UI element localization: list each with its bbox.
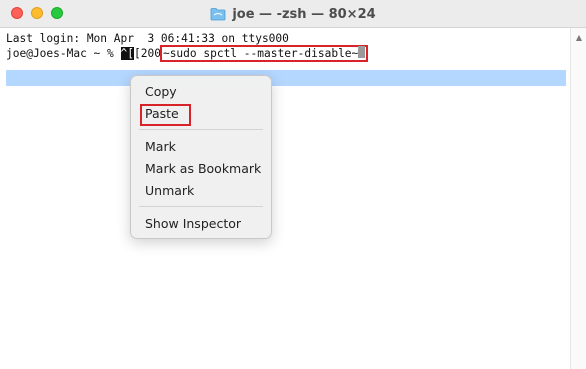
command-text: ~sudo spctl --master-disable~ bbox=[162, 47, 359, 60]
prompt-line: joe@Joes-Mac ~ % ^[[200 ~sudo spctl --mas… bbox=[6, 45, 369, 62]
control-sequence: ^[ bbox=[120, 47, 134, 60]
menu-item-mark[interactable]: Mark bbox=[145, 138, 176, 156]
bracket-text: [200 bbox=[134, 47, 161, 60]
text-cursor bbox=[358, 46, 366, 58]
folder-icon bbox=[210, 8, 226, 21]
prompt-text: joe@Joes-Mac ~ % bbox=[6, 47, 121, 60]
menu-item-paste[interactable]: Paste bbox=[145, 105, 179, 123]
menu-item-copy[interactable]: Copy bbox=[145, 83, 177, 101]
selection-highlight bbox=[6, 70, 566, 86]
menu-item-mark-as-bookmark[interactable]: Mark as Bookmark bbox=[145, 160, 261, 178]
menu-separator bbox=[139, 206, 263, 207]
menu-item-unmark[interactable]: Unmark bbox=[145, 182, 194, 200]
title-bar[interactable]: joe — -zsh — 80×24 bbox=[0, 0, 586, 28]
terminal-window: joe — -zsh — 80×24 Last login: Mon Apr 3… bbox=[0, 0, 586, 369]
window-title: joe — -zsh — 80×24 bbox=[232, 6, 376, 22]
scroll-up-icon[interactable]: ▲ bbox=[573, 33, 585, 43]
title-group: joe — -zsh — 80×24 bbox=[0, 4, 586, 24]
terminal-content[interactable]: Last login: Mon Apr 3 06:41:33 on ttys00… bbox=[0, 28, 570, 369]
menu-separator bbox=[139, 129, 263, 130]
context-menu: Copy Paste Mark Mark as Bookmark Unmark … bbox=[130, 75, 272, 239]
command-highlight: ~sudo spctl --master-disable~ bbox=[159, 45, 369, 62]
last-login-line: Last login: Mon Apr 3 06:41:33 on ttys00… bbox=[6, 32, 289, 45]
menu-item-show-inspector[interactable]: Show Inspector bbox=[145, 215, 241, 233]
scrollbar[interactable]: ▲ bbox=[570, 28, 586, 369]
